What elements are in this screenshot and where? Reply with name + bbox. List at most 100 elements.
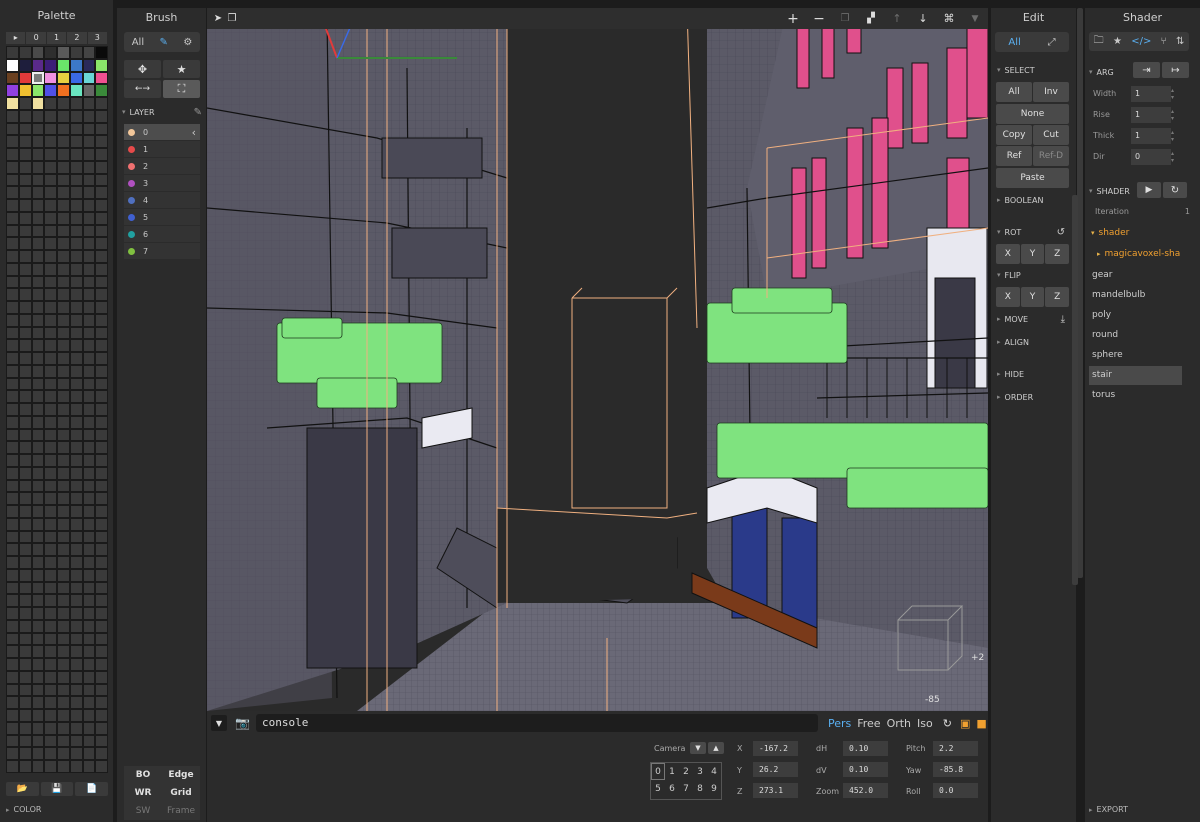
rotate-icon[interactable]: ↺ — [1057, 227, 1065, 238]
palette-swatch[interactable] — [95, 71, 108, 85]
palette-swatch[interactable] — [82, 109, 96, 123]
palette-swatch[interactable] — [18, 517, 32, 531]
palette-swatch[interactable] — [69, 607, 83, 620]
edge-toggle[interactable]: Edge — [162, 766, 200, 784]
bo-toggle[interactable]: BO — [124, 766, 162, 784]
palette-swatch[interactable] — [31, 492, 45, 505]
palette-swatch[interactable] — [82, 760, 96, 773]
rot-section[interactable]: ▾ ROT ↺ — [997, 224, 1073, 240]
palette-swatch[interactable] — [82, 390, 96, 403]
select-box-icon[interactable]: ⛶ — [163, 80, 200, 98]
palette-swatch[interactable] — [18, 594, 32, 607]
reset-icon[interactable]: ↻ — [943, 717, 952, 730]
palette-swatch[interactable] — [82, 556, 96, 569]
palette-swatch[interactable] — [18, 505, 32, 518]
palette-swatch[interactable] — [6, 313, 19, 327]
palette-swatch[interactable] — [69, 619, 83, 633]
palette-swatch[interactable] — [95, 403, 108, 416]
palette-swatch[interactable] — [95, 97, 108, 110]
layer-row[interactable]: 5 — [124, 209, 200, 226]
palette-swatch[interactable] — [18, 211, 32, 225]
palette-swatch[interactable] — [31, 186, 45, 199]
palette-swatch[interactable] — [18, 237, 32, 250]
palette-swatch[interactable] — [6, 301, 19, 314]
layer-color-dot[interactable] — [128, 145, 135, 153]
zoom-field[interactable]: 452.0 — [843, 783, 888, 798]
palette-swatch[interactable] — [57, 619, 70, 633]
palette-swatch[interactable] — [6, 696, 19, 709]
palette-swatch[interactable] — [18, 747, 32, 760]
palette-swatch[interactable] — [95, 58, 108, 72]
camera-slot[interactable]: 3 — [693, 763, 707, 780]
palette-swatch[interactable] — [57, 581, 70, 595]
hide-section[interactable]: ▸ HIDE — [997, 366, 1073, 382]
palette-swatch[interactable] — [18, 224, 32, 238]
palette-swatch[interactable] — [95, 224, 108, 238]
palette-swatch[interactable] — [31, 84, 45, 97]
palette-swatch[interactable] — [6, 326, 19, 340]
palette-swatch[interactable] — [6, 760, 19, 773]
palette-swatch[interactable] — [82, 148, 96, 161]
palette-swatch[interactable] — [6, 288, 19, 301]
palette-swatch[interactable] — [57, 211, 70, 225]
palette-swatch[interactable] — [57, 122, 70, 136]
shader-scrollbar[interactable] — [1072, 195, 1078, 585]
palette-swatch[interactable] — [82, 721, 96, 735]
layer-row[interactable]: 3 — [124, 175, 200, 192]
palette-swatch[interactable] — [6, 109, 19, 123]
boolean-section[interactable]: ▸ BOOLEAN — [997, 192, 1073, 208]
layer-color-dot[interactable] — [128, 162, 135, 170]
palette-swatch[interactable] — [69, 568, 83, 582]
scene-render[interactable]: +2 -85 — [207, 8, 988, 711]
palette-swatch[interactable] — [69, 594, 83, 607]
palette-swatch[interactable] — [69, 186, 83, 199]
palette-swatch[interactable] — [31, 97, 45, 110]
palette-swatch[interactable] — [82, 696, 96, 709]
sw-toggle[interactable]: SW — [124, 802, 162, 820]
palette-swatch[interactable] — [95, 696, 108, 709]
palette-swatch[interactable] — [6, 250, 19, 263]
palette-swatch[interactable] — [44, 428, 57, 442]
palette-swatch[interactable] — [18, 377, 32, 391]
palette-swatch[interactable] — [82, 84, 96, 97]
layer-header[interactable]: ▾ LAYER ✎ — [122, 104, 202, 120]
palette-swatch[interactable] — [31, 670, 45, 684]
palette-swatch[interactable] — [44, 186, 57, 199]
palette-swatch[interactable] — [82, 683, 96, 697]
palette-swatch[interactable] — [31, 377, 45, 391]
move-section[interactable]: ▸ MOVE ⤓ — [997, 311, 1073, 327]
shader-list-item[interactable]: round — [1089, 326, 1182, 345]
palette-swatch[interactable] — [6, 517, 19, 531]
layer-row[interactable]: 1 — [124, 141, 200, 158]
cursor-icon[interactable]: ➤ — [211, 9, 225, 28]
palette-swatch[interactable] — [69, 237, 83, 250]
refresh-icon[interactable]: ↻ — [1163, 182, 1187, 198]
palette-swatch[interactable] — [31, 683, 45, 697]
palette-swatch[interactable] — [31, 224, 45, 238]
palette-swatch[interactable] — [69, 556, 83, 569]
palette-swatch[interactable] — [95, 670, 108, 684]
palette-swatch[interactable] — [69, 275, 83, 289]
palette-swatch[interactable] — [69, 760, 83, 773]
palette-swatch[interactable] — [44, 619, 57, 633]
palette-swatch[interactable] — [95, 721, 108, 735]
palette-swatch[interactable] — [44, 199, 57, 212]
palette-swatch[interactable] — [95, 326, 108, 340]
file-icon[interactable]: 📄 — [75, 782, 109, 796]
palette-swatch[interactable] — [82, 339, 96, 352]
layer-row[interactable]: 2 — [124, 158, 200, 175]
palette-swatch[interactable] — [18, 250, 32, 263]
palette-swatch[interactable] — [44, 364, 57, 378]
palette-swatch[interactable] — [6, 556, 19, 569]
fit-icon[interactable]: ⌘ — [936, 9, 962, 28]
palette-swatch[interactable] — [57, 415, 70, 429]
arg-value-field[interactable]: 0 — [1131, 148, 1171, 165]
palette-swatch[interactable] — [18, 275, 32, 289]
palette-swatch[interactable] — [82, 415, 96, 429]
palette-swatch[interactable] — [44, 415, 57, 429]
palette-swatch[interactable] — [6, 670, 19, 684]
palette-swatch[interactable] — [69, 199, 83, 212]
palette-swatch[interactable] — [69, 352, 83, 365]
palette-swatch[interactable] — [95, 313, 108, 327]
palette-swatch[interactable] — [44, 173, 57, 187]
